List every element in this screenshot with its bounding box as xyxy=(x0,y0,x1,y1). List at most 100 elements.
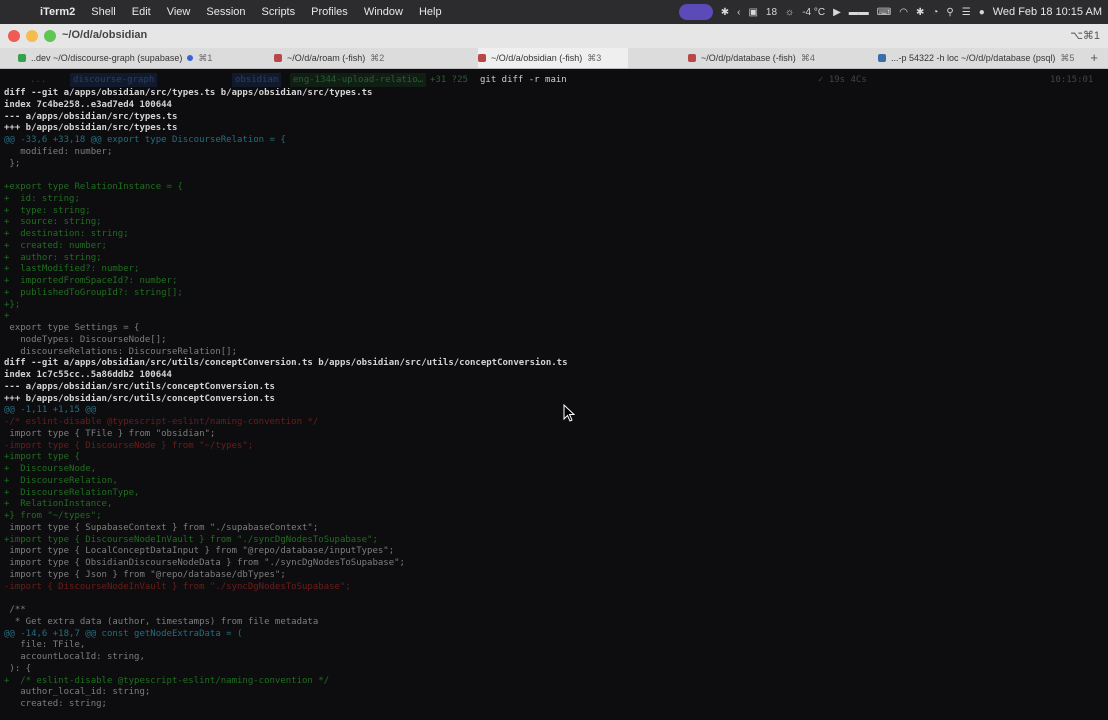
diff-line-del: -import { DiscourseNodeInVault } from ".… xyxy=(4,581,351,592)
diff-line-add: + DiscourseRelationType, xyxy=(4,487,140,498)
diff-line-ctx: import type { LocalConceptDataInput } fr… xyxy=(4,546,395,557)
diff-line-add: +}; xyxy=(4,299,21,310)
tab-1-icon xyxy=(18,54,26,62)
diff-line-ctx: ): { xyxy=(4,663,32,674)
diff-line-add: +} from "~/types"; xyxy=(4,511,102,521)
zoom-button[interactable] xyxy=(44,30,56,42)
new-tab-button[interactable]: + xyxy=(1090,50,1098,65)
diff-line-add: + RelationInstance, xyxy=(4,499,113,510)
menu-help[interactable]: Help xyxy=(411,6,450,18)
menu-app-name[interactable]: iTerm2 xyxy=(32,6,83,18)
tab-3-icon xyxy=(478,54,486,62)
diff-line-del: -import type { DiscourseNode } from "~/t… xyxy=(4,440,254,451)
tab-4-icon xyxy=(688,54,696,62)
tab-3[interactable]: ~/O/d/a/obsidian (-fish) ⌘3 xyxy=(478,48,628,68)
tab-4-label: ~/O/d/p/database (-fish) xyxy=(701,53,796,63)
tab-2[interactable]: ~/O/d/a/roam (-fish) ⌘2 xyxy=(274,48,404,68)
menu-window[interactable]: Window xyxy=(356,6,411,18)
menu-scripts[interactable]: Scripts xyxy=(254,6,304,18)
prompt-path-repo: discourse-graph xyxy=(70,73,158,87)
title-bar[interactable]: ~/O/d/a/obsidian ⌥⌘1 xyxy=(0,24,1108,48)
chevron-left-icon[interactable]: ‹ xyxy=(737,7,740,18)
window-title: ~/O/d/a/obsidian xyxy=(62,29,148,41)
diff-line-ctx xyxy=(4,593,1104,605)
close-button[interactable] xyxy=(8,30,20,42)
menu-shell[interactable]: Shell xyxy=(83,6,123,18)
diff-line-ctx: file: TFile, xyxy=(4,640,86,651)
minimize-button[interactable] xyxy=(26,30,38,42)
tab-1-label: ..dev ~/O/discourse-graph (supabase) xyxy=(31,53,183,63)
prompt-path-dim: ... xyxy=(30,75,47,85)
cpu-meter-icon[interactable]: ▬▬ xyxy=(849,7,869,18)
menu-profiles[interactable]: Profiles xyxy=(303,6,356,18)
mouse-pointer-icon xyxy=(563,404,575,422)
diff-line-ctx: import type { Json } from "@repo/databas… xyxy=(4,569,286,580)
tab-2-shortcut: ⌘2 xyxy=(370,52,385,63)
user-icon[interactable]: ● xyxy=(979,7,985,18)
diff-line-ctx: /** xyxy=(4,605,26,615)
tab-1-shortcut: ⌘1 xyxy=(198,52,213,63)
diff-line-ctx: accountLocalId: string, xyxy=(4,652,145,662)
diff-line-add: + id: string; xyxy=(4,193,80,204)
tab-2-icon xyxy=(274,54,282,62)
prompt-right-status: ✓ 19s 4Cs xyxy=(818,75,867,85)
diff-line-add: + /* eslint-disable @typescript-eslint/n… xyxy=(4,675,330,686)
temperature-readout[interactable]: -4 °C xyxy=(802,7,825,18)
keyboard-icon[interactable]: ⌨ xyxy=(877,7,891,18)
diff-line-add: + DiscourseNode, xyxy=(4,464,97,474)
menu-edit[interactable]: Edit xyxy=(124,6,159,18)
prompt-command[interactable]: git diff -r main xyxy=(480,73,567,87)
diff-line-add: + source: string; xyxy=(4,217,102,228)
diff-line-add: + xyxy=(4,311,10,322)
screen-share-icon[interactable] xyxy=(678,4,713,20)
camera-icon[interactable]: ▣ xyxy=(748,7,757,18)
terminal-output[interactable]: diff --git a/apps/obsidian/src/types.ts … xyxy=(4,88,1104,720)
tab-5-shortcut: ⌘5 xyxy=(1060,52,1075,63)
diff-line-ctx: }; xyxy=(4,158,21,169)
shell-prompt: ... discourse-graph obsidian eng-1344-up… xyxy=(0,73,1108,87)
diff-line-add: +import type { xyxy=(4,452,80,463)
diff-line-add: + DiscourseRelation, xyxy=(4,475,118,486)
tab-5-icon xyxy=(878,54,886,62)
activity-indicator-icon xyxy=(187,55,194,61)
diff-line-meta: +++ b/apps/obsidian/src/types.ts xyxy=(4,123,178,134)
menu-view[interactable]: View xyxy=(159,6,199,18)
prompt-branch-stats: +31 ?25 xyxy=(430,75,468,85)
diff-line-meta: +++ b/apps/obsidian/src/utils/conceptCon… xyxy=(4,393,275,404)
iterm-window: ~/O/d/a/obsidian ⌥⌘1 ..dev ~/O/discourse… xyxy=(0,24,1108,720)
dropbox-icon[interactable]: ✱ xyxy=(721,7,729,18)
diff-line-ctx: modified: number; xyxy=(4,146,113,157)
diff-line-ctx: nodeTypes: DiscourseNode[]; xyxy=(4,334,167,345)
weather-icon[interactable]: ☼ xyxy=(785,7,794,18)
diff-line-add: + destination: string; xyxy=(4,229,129,239)
clock[interactable]: Wed Feb 18 10:15 AM xyxy=(993,6,1102,18)
diff-line-meta: --- a/apps/obsidian/src/types.ts xyxy=(4,111,178,122)
tab-1[interactable]: ..dev ~/O/discourse-graph (supabase) ⌘1 xyxy=(18,48,218,68)
tab-4[interactable]: ~/O/d/p/database (-fish) ⌘4 xyxy=(688,48,838,68)
diff-line-add: + importedFromSpaceId?: number; xyxy=(4,276,178,286)
tab-5-label: ...-p 54322 -h loc ~/O/d/p/database (psq… xyxy=(891,53,1056,63)
badge-count[interactable]: 18 xyxy=(766,7,777,18)
menu-bar: iTerm2 Shell Edit View Session Scripts P… xyxy=(0,0,1108,24)
play-icon[interactable]: ▶ xyxy=(833,7,841,18)
diff-line-add: + type: string; xyxy=(4,205,91,216)
window-shortcut: ⌥⌘1 xyxy=(1070,30,1100,42)
wifi-icon[interactable]: ◔ xyxy=(932,7,938,18)
diff-line-add: +export type RelationInstance = { xyxy=(4,182,183,192)
diff-line-del: -/* eslint-disable @typescript-eslint/na… xyxy=(4,417,319,427)
diff-line-ctx: author_local_id: string; xyxy=(4,687,151,698)
diff-line-meta: diff --git a/apps/obsidian/src/types.ts … xyxy=(4,88,373,98)
diff-line-add: + created: number; xyxy=(4,240,107,251)
tab-5[interactable]: ...-p 54322 -h loc ~/O/d/p/database (psq… xyxy=(878,48,1076,68)
diff-line-meta: --- a/apps/obsidian/src/utils/conceptCon… xyxy=(4,381,275,392)
control-center-icon[interactable]: ☰ xyxy=(962,7,971,18)
headphones-icon[interactable]: ◠ xyxy=(899,7,908,18)
diff-line-meta: index 7c4be258..e3ad7ed4 100644 xyxy=(4,99,172,110)
tab-4-shortcut: ⌘4 xyxy=(800,52,815,63)
bluetooth-icon[interactable]: ✱ xyxy=(916,7,924,18)
tab-3-label: ~/O/d/a/obsidian (-fish) xyxy=(491,53,583,63)
diff-line-ctx: * Get extra data (author, timestamps) fr… xyxy=(4,616,319,627)
menu-session[interactable]: Session xyxy=(198,6,253,18)
search-icon[interactable]: ⚲ xyxy=(946,7,953,18)
diff-line-meta: diff --git a/apps/obsidian/src/utils/con… xyxy=(4,358,568,369)
